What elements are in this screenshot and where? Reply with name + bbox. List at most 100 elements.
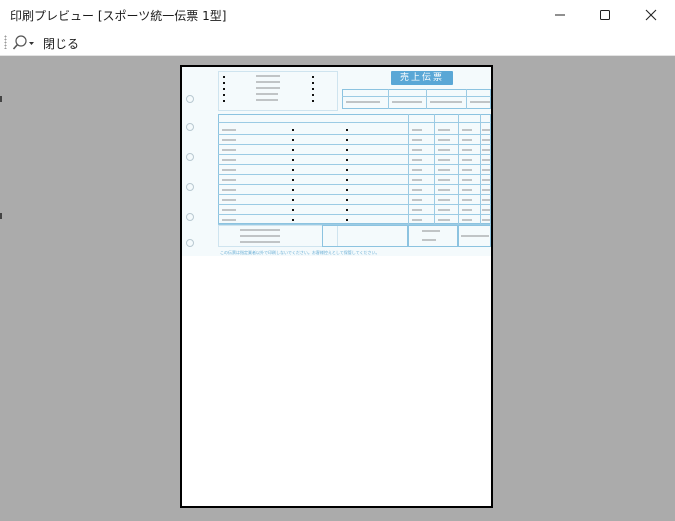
- window-title: 印刷プレビュー [スポーツ統一伝票 1型]: [10, 9, 227, 23]
- customer-text: [256, 99, 278, 101]
- row-cell-value: [292, 209, 294, 211]
- minimize-button[interactable]: [537, 0, 583, 30]
- row-cell-value: [222, 199, 236, 201]
- row-cell-value: [346, 129, 348, 131]
- table-row-rule: [218, 204, 491, 205]
- row-cell-value: [412, 159, 422, 161]
- customer-text: [256, 75, 280, 77]
- row-cell-value: [412, 149, 422, 151]
- row-cell-value: [482, 129, 490, 131]
- slip-footer-note: この伝票は指定業者以外で印刷しないでください。お客様控えとして保管してください。: [220, 250, 380, 255]
- row-cell-value: [412, 209, 422, 211]
- row-cell-value: [462, 149, 472, 151]
- title-bar: 印刷プレビュー [スポーツ統一伝票 1型]: [0, 0, 675, 30]
- table-row-rule: [218, 214, 491, 215]
- preview-page: 売上伝票 この伝票は指定業者以外で印刷しないでください。お客様控えとして保管して…: [182, 67, 491, 506]
- row-cell-value: [438, 179, 450, 181]
- row-cell-value: [438, 129, 450, 131]
- maximize-icon: [600, 10, 610, 20]
- row-cell-value: [438, 219, 450, 221]
- row-cell-value: [292, 149, 294, 151]
- row-cell-value: [346, 209, 348, 211]
- row-cell-value: [482, 199, 490, 201]
- total-block: [408, 225, 458, 247]
- customer-text: [256, 93, 278, 95]
- sales-slip-form: 売上伝票 この伝票は指定業者以外で印刷しないでください。お客様控えとして保管して…: [182, 67, 491, 256]
- row-cell-value: [412, 189, 422, 191]
- close-icon: [645, 9, 657, 21]
- close-window-button[interactable]: [628, 0, 674, 30]
- row-cell-value: [462, 199, 472, 201]
- row-cell-value: [292, 169, 294, 171]
- row-cell-value: [292, 139, 294, 141]
- row-cell-value: [482, 219, 490, 221]
- row-cell-value: [346, 199, 348, 201]
- row-cell-value: [222, 209, 236, 211]
- row-cell-value: [346, 169, 348, 171]
- row-cell-value: [222, 169, 236, 171]
- row-cell-value: [222, 219, 236, 221]
- row-cell-value: [412, 219, 422, 221]
- row-cell-value: [346, 159, 348, 161]
- row-cell-value: [346, 149, 348, 151]
- stamp-block: [322, 225, 408, 247]
- row-cell-value: [462, 129, 472, 131]
- row-cell-value: [292, 189, 294, 191]
- row-cell-value: [462, 179, 472, 181]
- row-cell-value: [222, 149, 236, 151]
- row-cell-value: [482, 159, 490, 161]
- line-items-table: [218, 114, 491, 224]
- row-cell-value: [482, 189, 490, 191]
- row-cell-value: [438, 169, 450, 171]
- row-cell-value: [438, 159, 450, 161]
- row-cell-value: [292, 129, 294, 131]
- close-preview-button[interactable]: 閉じる: [43, 35, 79, 52]
- row-cell-value: [222, 159, 236, 161]
- row-cell-value: [346, 179, 348, 181]
- table-row-rule: [218, 184, 491, 185]
- row-cell-value: [462, 219, 472, 221]
- row-cell-value: [222, 189, 236, 191]
- row-cell-value: [462, 169, 472, 171]
- table-row-rule: [218, 154, 491, 155]
- minimize-icon: [555, 14, 565, 16]
- row-cell-value: [438, 209, 450, 211]
- zoom-dropdown-button[interactable]: [11, 33, 37, 52]
- customer-text: [256, 87, 280, 89]
- maximize-button[interactable]: [582, 0, 628, 30]
- magnifier-dropdown-icon: [12, 34, 34, 50]
- date-number-header: [342, 89, 491, 109]
- row-cell-value: [462, 209, 472, 211]
- row-cell-value: [438, 139, 450, 141]
- row-cell-value: [438, 189, 450, 191]
- row-cell-value: [412, 179, 422, 181]
- table-row-rule: [218, 194, 491, 195]
- row-cell-value: [292, 179, 294, 181]
- row-cell-value: [482, 169, 490, 171]
- customer-block: [218, 71, 338, 111]
- row-cell-value: [482, 179, 490, 181]
- row-cell-value: [346, 189, 348, 191]
- row-cell-value: [412, 129, 422, 131]
- row-cell-value: [412, 169, 422, 171]
- row-cell-value: [438, 199, 450, 201]
- table-row-rule: [218, 134, 491, 135]
- toolbar-grip[interactable]: [4, 35, 7, 49]
- toolbar: 閉じる: [0, 30, 675, 56]
- left-edge-marker: [0, 213, 2, 219]
- row-cell-value: [346, 139, 348, 141]
- left-edge-marker: [0, 96, 2, 102]
- table-row-rule: [218, 174, 491, 175]
- row-cell-value: [292, 219, 294, 221]
- customer-text: [256, 81, 280, 83]
- row-cell-value: [462, 189, 472, 191]
- row-cell-value: [412, 199, 422, 201]
- row-cell-value: [438, 149, 450, 151]
- table-row-rule: [218, 144, 491, 145]
- row-cell-value: [222, 179, 236, 181]
- row-cell-value: [222, 129, 236, 131]
- row-cell-value: [346, 219, 348, 221]
- row-cell-value: [482, 209, 490, 211]
- row-cell-value: [482, 149, 490, 151]
- row-cell-value: [482, 139, 490, 141]
